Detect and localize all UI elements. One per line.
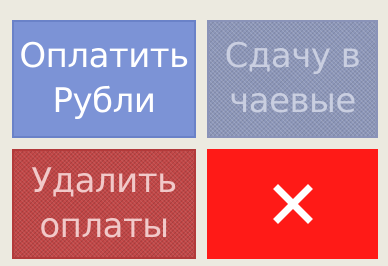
- change-to-tips-label: Сдачу в чаевые: [224, 36, 361, 121]
- change-to-tips-button[interactable]: Сдачу в чаевые: [207, 20, 378, 138]
- close-button[interactable]: [207, 149, 378, 259]
- close-icon: [272, 183, 314, 225]
- delete-payments-button[interactable]: Удалить оплаты: [12, 149, 196, 259]
- delete-payments-label: Удалить оплаты: [31, 161, 177, 246]
- pay-rubles-button[interactable]: Оплатить Рубли: [12, 20, 196, 138]
- pay-rubles-label: Оплатить Рубли: [19, 36, 189, 121]
